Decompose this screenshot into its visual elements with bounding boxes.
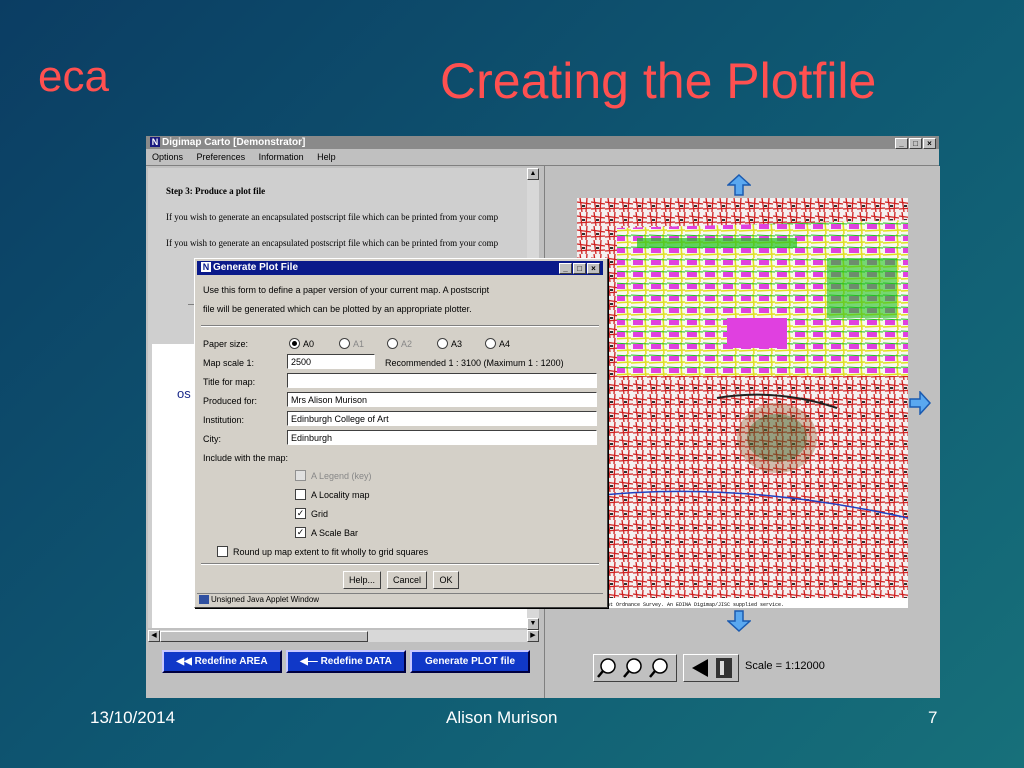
dialog-app-icon: N <box>201 262 211 272</box>
step-heading: Step 3: Produce a plot file <box>166 186 266 196</box>
app-icon: N <box>150 137 160 147</box>
locality-map-label: A Locality map <box>311 490 370 500</box>
footer-page-number: 7 <box>928 708 938 727</box>
round-up-checkbox[interactable] <box>217 546 228 557</box>
generate-plot-dialog: N Generate Plot File _ □ × Use this form to… <box>194 258 608 608</box>
menu-options[interactable]: Options <box>152 152 183 162</box>
map-scale-label: Map scale 1: <box>203 358 255 368</box>
map-image[interactable]: n Copyright Ordnance Survey. An EDINA Di… <box>577 198 908 608</box>
menu-preferences[interactable]: Preferences <box>197 152 246 162</box>
title-label: Title for map: <box>203 377 256 387</box>
city-input[interactable]: Edinburgh <box>287 430 597 445</box>
redefine-data-button[interactable]: ◀— Redefine DATA <box>286 650 406 673</box>
dialog-intro-line1: Use this form to define a paper version … <box>203 285 490 295</box>
zoom-out-icon[interactable] <box>623 658 642 678</box>
eca-logo: eca <box>38 52 109 101</box>
recommended-scale: Recommended 1 : 3100 (Maximum 1 : 1200) <box>385 358 564 368</box>
grid-label: Grid <box>311 509 329 519</box>
applet-warning-icon <box>199 595 209 604</box>
paper-size-a4-label: A4 <box>499 339 511 349</box>
map-copyright: n Copyright Ordnance Survey. An EDINA Di… <box>580 602 784 608</box>
dialog-minimize-button[interactable]: _ <box>559 263 572 274</box>
window-title: Digimap Carto [Demonstrator] <box>162 137 306 148</box>
scroll-thumb[interactable] <box>160 631 368 642</box>
ok-button[interactable]: OK <box>433 571 459 589</box>
dialog-separator-bottom <box>201 563 599 565</box>
paper-size-a2-radio[interactable] <box>387 338 398 349</box>
close-button[interactable]: × <box>923 138 936 149</box>
redefine-area-button[interactable]: ◀◀ Redefine AREA <box>162 650 282 673</box>
scale-bar-label: A Scale Bar <box>311 528 359 538</box>
paper-size-a2-label: A2 <box>401 339 413 349</box>
institution-input[interactable]: Edinburgh College of Art <box>287 411 597 426</box>
produced-for-label: Produced for: <box>203 396 258 406</box>
round-up-label: Round up map extent to fit wholly to gri… <box>233 547 429 557</box>
pan-east-icon[interactable] <box>909 391 931 415</box>
paper-size-a4-radio[interactable] <box>485 338 496 349</box>
paper-size-a0-radio[interactable] <box>289 338 300 349</box>
dialog-titlebar[interactable]: N Generate Plot File _ □ × <box>197 261 603 275</box>
scroll-right-button[interactable]: ▶ <box>527 630 539 642</box>
step-text-duplicate: If you wish to generate an encapsulated … <box>166 238 499 248</box>
legend-checkbox[interactable] <box>295 470 306 481</box>
applet-status-text: Unsigned Java Applet Window <box>211 595 320 604</box>
dialog-title: Generate Plot File <box>213 262 299 273</box>
paper-size-a1-radio[interactable] <box>339 338 350 349</box>
footer-date: 13/10/2014 <box>90 708 176 727</box>
dialog-separator <box>201 325 599 327</box>
scroll-down-button[interactable]: ▼ <box>527 618 539 630</box>
paper-size-a3-radio[interactable] <box>437 338 448 349</box>
dialog-intro-line2: file will be generated which can be plot… <box>203 304 472 314</box>
dialog-statusbar: Unsigned Java Applet Window <box>197 593 603 605</box>
paper-size-a3-label: A3 <box>451 339 463 349</box>
scale-bar-checkbox[interactable]: ✓ <box>295 527 306 538</box>
paper-size-a1-label: A1 <box>353 339 365 349</box>
institution-label: Institution: <box>203 415 245 425</box>
zoom-area-icon[interactable] <box>649 658 668 678</box>
scroll-up-button[interactable]: ▲ <box>527 168 539 180</box>
window-titlebar[interactable]: N Digimap Carto [Demonstrator] _ □ × <box>146 136 939 149</box>
cancel-button[interactable]: Cancel <box>387 571 427 589</box>
pan-controls <box>683 654 739 682</box>
scale-readout: Scale = 1:12000 <box>745 660 825 672</box>
map-scale-input[interactable]: 2500 <box>287 354 375 369</box>
zoom-in-icon[interactable] <box>597 658 616 678</box>
include-label: Include with the map: <box>203 453 289 463</box>
minimize-button[interactable]: _ <box>895 138 908 149</box>
scroll-left-button[interactable]: ◀ <box>148 630 160 642</box>
generate-plot-button[interactable]: Generate PLOT file <box>410 650 530 673</box>
city-label: City: <box>203 434 221 444</box>
dialog-maximize-button[interactable]: □ <box>573 263 586 274</box>
workflow-toolbar: ◀◀ Redefine AREA ◀— Redefine DATA Genera… <box>146 644 543 698</box>
title-input[interactable] <box>287 373 597 388</box>
menu-information[interactable]: Information <box>259 152 304 162</box>
pan-south-icon[interactable] <box>727 610 751 632</box>
paper-size-a0-label: A0 <box>303 339 315 349</box>
produced-for-input[interactable]: Mrs Alison Murison <box>287 392 597 407</box>
paper-size-label: Paper size: <box>203 339 249 349</box>
pan-north-icon[interactable] <box>727 174 751 196</box>
step-text: If you wish to generate an encapsulated … <box>166 212 499 222</box>
back-icon[interactable] <box>692 659 708 677</box>
grid-checkbox[interactable]: ✓ <box>295 508 306 519</box>
horizontal-scrollbar[interactable]: ◀ ▶ <box>148 630 539 642</box>
dialog-close-button[interactable]: × <box>587 263 600 274</box>
help-button[interactable]: Help... <box>343 571 381 589</box>
partial-label: os <box>177 386 191 401</box>
slide-title: Creating the Plotfile <box>440 53 877 109</box>
locality-map-checkbox[interactable] <box>295 489 306 500</box>
zoom-controls <box>593 654 677 682</box>
menubar: Options Preferences Information Help <box>146 150 939 166</box>
maximize-button[interactable]: □ <box>909 138 922 149</box>
legend-label: A Legend (key) <box>311 471 372 481</box>
menu-help[interactable]: Help <box>317 152 336 162</box>
footer-author: Alison Murison <box>446 708 558 727</box>
